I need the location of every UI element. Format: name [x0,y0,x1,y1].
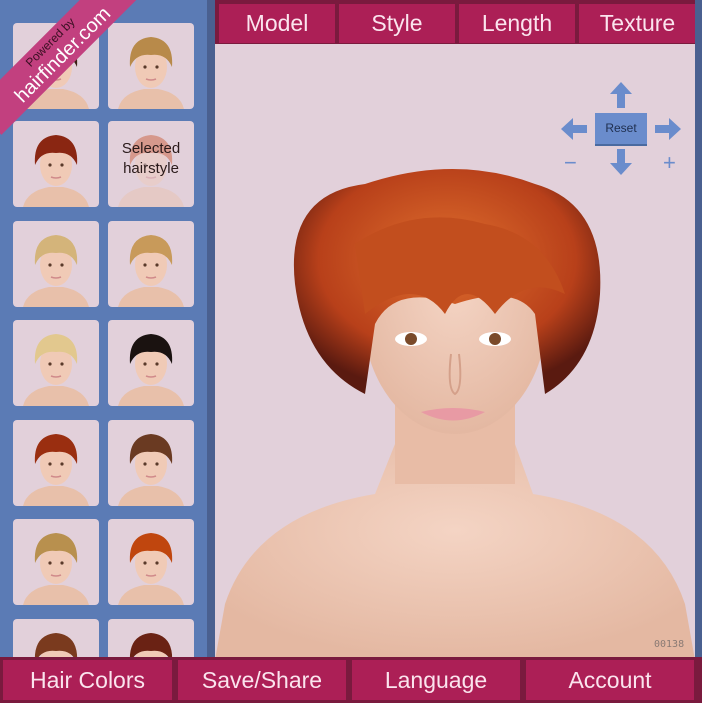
tab-style[interactable]: Style [339,4,455,43]
tab-save-share[interactable]: Save/Share [178,660,346,700]
hairstyle-preview-image [23,235,89,307]
hairstyle-thumbnail[interactable] [108,420,194,506]
hairstyle-sidebar[interactable]: Selected hairstyle Powered by hairfinder.… [0,0,210,703]
hairstyle-preview-image [23,334,89,406]
arrow-left-icon[interactable] [561,118,587,140]
main-scrollbar[interactable] [695,0,702,703]
tab-model[interactable]: Model [219,4,335,43]
arrow-up-icon[interactable] [610,82,632,108]
hairstyle-preview-image [118,235,184,307]
arrow-right-icon[interactable] [655,118,681,140]
hairstyle-thumbnail[interactable] [13,420,99,506]
selected-hairstyle-label: Selected hairstyle [121,140,181,177]
sidebar-scrollbar[interactable] [207,0,215,703]
top-tab-bar: Model Style Length Texture [215,0,702,46]
reset-button[interactable]: Reset [595,113,647,146]
hairstyle-thumbnail[interactable] [108,519,194,605]
hairstyle-thumbnail[interactable] [13,320,99,406]
hairstyle-preview-image [23,135,89,207]
hairstyle-thumbnail[interactable]: Selected hairstyle [108,121,194,207]
hairstyle-preview-image [118,334,184,406]
hairstyle-preview-image [118,37,184,109]
hairstyle-thumbnail[interactable] [13,221,99,307]
tab-texture[interactable]: Texture [579,4,696,43]
hairstyle-preview-image [23,434,89,506]
hairstyle-thumbnail[interactable] [108,221,194,307]
hairstyle-preview-image [118,434,184,506]
hairstyle-thumbnail[interactable] [13,121,99,207]
bottom-tab-bar: Hair Colors Save/Share Language Account [0,657,702,703]
tab-language[interactable]: Language [352,660,520,700]
hairstyle-thumbnail[interactable] [108,320,194,406]
hairstyle-preview-image [23,533,89,605]
zoom-in-button[interactable]: + [663,152,676,174]
hairstyle-thumbnail[interactable] [13,519,99,605]
image-code: 00138 [654,639,685,650]
tab-hair-colors[interactable]: Hair Colors [3,660,172,700]
zoom-out-button[interactable]: − [564,152,577,174]
tab-length[interactable]: Length [459,4,575,43]
hairstyle-thumbnail[interactable] [108,23,194,109]
hairstyle-preview-image [118,533,184,605]
tab-account[interactable]: Account [526,660,694,700]
arrow-down-icon[interactable] [610,149,632,175]
